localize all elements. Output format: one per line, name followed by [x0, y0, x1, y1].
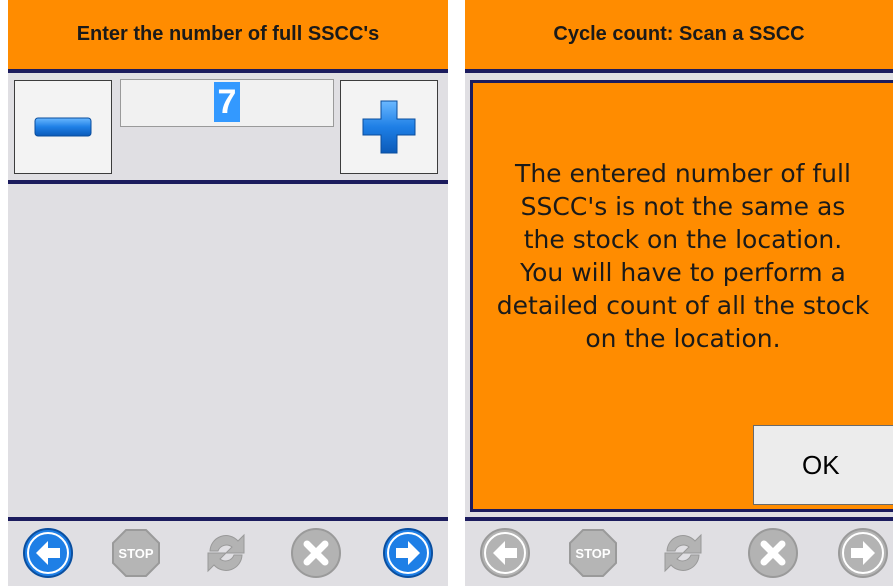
minus-icon: [34, 117, 92, 137]
divider: [8, 69, 448, 73]
stop-label: STOP: [118, 546, 153, 561]
stop-label: STOP: [575, 546, 610, 561]
divider: [465, 69, 893, 73]
right-screen: Cycle count: Scan a SSCC The entered num…: [465, 0, 893, 586]
toolbar: STOP: [465, 521, 893, 586]
cancel-icon: [748, 528, 798, 578]
divider: [8, 180, 448, 184]
ok-button[interactable]: OK: [753, 425, 893, 505]
screen-title: Cycle count: Scan a SSCC: [465, 0, 893, 69]
forward-arrow-icon[interactable]: [382, 527, 434, 579]
left-screen: Enter the number of full SSCC's 7 STOP: [8, 0, 448, 586]
toolbar: STOP: [8, 521, 448, 586]
plus-icon: [362, 100, 416, 154]
increment-button[interactable]: [340, 80, 438, 174]
back-arrow-icon: [480, 528, 530, 578]
quantity-value: 7: [213, 82, 241, 122]
refresh-icon: [207, 533, 245, 573]
forward-arrow-icon: [838, 528, 888, 578]
back-arrow-icon[interactable]: [22, 527, 74, 579]
screen-title: Enter the number of full SSCC's: [8, 0, 448, 69]
quantity-input[interactable]: 7: [120, 79, 334, 127]
stop-icon: STOP: [112, 529, 160, 577]
alert-dialog: The entered number of full SSCC's is not…: [470, 80, 893, 512]
stop-icon: STOP: [569, 529, 617, 577]
alert-message: The entered number of full SSCC's is not…: [496, 159, 870, 353]
cancel-icon: [291, 528, 341, 578]
refresh-icon: [664, 533, 702, 573]
decrement-button[interactable]: [14, 80, 112, 174]
